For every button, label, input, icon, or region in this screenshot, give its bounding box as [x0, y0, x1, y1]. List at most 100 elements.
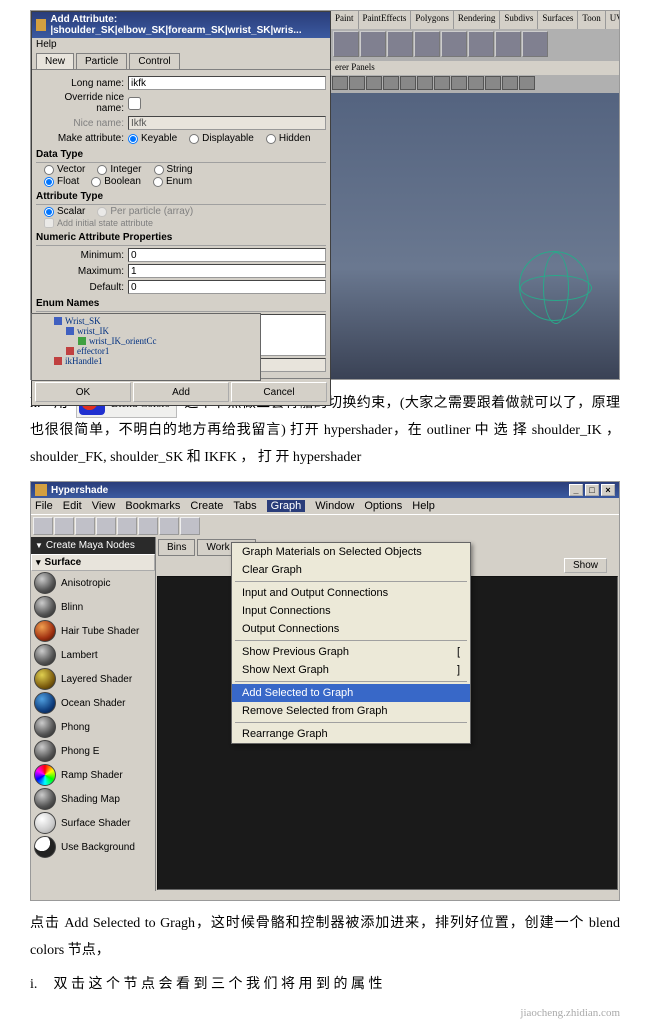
- vp-icon[interactable]: [468, 76, 484, 90]
- menu-rearrange[interactable]: Rearrange Graph: [232, 725, 470, 743]
- shader-phong[interactable]: Phong: [31, 715, 155, 739]
- menu-window[interactable]: Window: [315, 500, 354, 512]
- dialog-titlebar[interactable]: Add Attribute: |shoulder_SK|elbow_SK|for…: [32, 12, 330, 38]
- menu-tabs[interactable]: Tabs: [233, 500, 256, 512]
- shelf-tab[interactable]: PaintEffects: [359, 11, 412, 29]
- menu-show-next[interactable]: Show Next Graph]: [232, 661, 470, 679]
- menu-graph[interactable]: Graph: [267, 500, 306, 512]
- shelf-icon[interactable]: [333, 31, 359, 57]
- menu-options[interactable]: Options: [364, 500, 402, 512]
- radio-enum[interactable]: Enum: [153, 176, 192, 187]
- shelf-icon[interactable]: [360, 31, 386, 57]
- shelf-tab[interactable]: UVLayout: [606, 11, 619, 29]
- toolbar-icon[interactable]: [159, 517, 179, 535]
- outliner-panel[interactable]: Wrist_SK wrist_IK wrist_IK_orientCc effe…: [31, 313, 261, 381]
- menu-graph-materials[interactable]: Graph Materials on Selected Objects: [232, 543, 470, 561]
- shader-anisotropic[interactable]: Anisotropic: [31, 571, 155, 595]
- menu-view[interactable]: View: [92, 500, 116, 512]
- shelf-icon[interactable]: [495, 31, 521, 57]
- hypershade-titlebar[interactable]: Hypershade _ □ ×: [31, 482, 619, 498]
- menu-show-previous[interactable]: Show Previous Graph[: [232, 643, 470, 661]
- shelf-icon[interactable]: [522, 31, 548, 57]
- menu-remove-selected[interactable]: Remove Selected from Graph: [232, 702, 470, 720]
- vp-icon[interactable]: [332, 76, 348, 90]
- outliner-item[interactable]: effector1: [77, 346, 109, 356]
- tab-control[interactable]: Control: [129, 53, 179, 69]
- radio-integer[interactable]: Integer: [97, 164, 141, 175]
- radio-boolean[interactable]: Boolean: [91, 176, 141, 187]
- menu-create[interactable]: Create: [190, 500, 223, 512]
- maximize-icon[interactable]: □: [585, 484, 599, 496]
- shader-shadingmap[interactable]: Shading Map: [31, 787, 155, 811]
- menu-file[interactable]: File: [35, 500, 53, 512]
- shader-blinn[interactable]: Blinn: [31, 595, 155, 619]
- vp-icon[interactable]: [519, 76, 535, 90]
- longname-input[interactable]: [128, 76, 326, 90]
- menu-input-connections[interactable]: Input Connections: [232, 602, 470, 620]
- outliner-item[interactable]: Wrist_SK: [65, 316, 101, 326]
- surface-category[interactable]: Surface: [31, 554, 155, 571]
- radio-displayable[interactable]: Displayable: [189, 133, 254, 144]
- outliner-item[interactable]: ikHandle1: [65, 356, 103, 366]
- vp-icon[interactable]: [485, 76, 501, 90]
- shelf-icon[interactable]: [468, 31, 494, 57]
- ok-button[interactable]: OK: [35, 382, 131, 402]
- tab-particle[interactable]: Particle: [76, 53, 127, 69]
- shelf-tab[interactable]: Polygons: [411, 11, 454, 29]
- minimize-icon[interactable]: _: [569, 484, 583, 496]
- override-checkbox[interactable]: [128, 97, 141, 110]
- panels-menu-row[interactable]: erer Panels: [331, 61, 619, 75]
- add-button[interactable]: Add: [133, 382, 229, 402]
- vp-icon[interactable]: [349, 76, 365, 90]
- shader-usebackground[interactable]: Use Background: [31, 835, 155, 859]
- toolbar-icon[interactable]: [33, 517, 53, 535]
- shelf-tab[interactable]: Surfaces: [538, 11, 578, 29]
- shader-ramp[interactable]: Ramp Shader: [31, 763, 155, 787]
- menu-clear-graph[interactable]: Clear Graph: [232, 561, 470, 579]
- outliner-item[interactable]: wrist_IK: [77, 326, 109, 336]
- minimum-input[interactable]: [128, 248, 326, 262]
- shelf-tab[interactable]: Paint: [331, 11, 359, 29]
- radio-hidden[interactable]: Hidden: [266, 133, 311, 144]
- menu-edit[interactable]: Edit: [63, 500, 82, 512]
- toolbar-icon[interactable]: [117, 517, 137, 535]
- shelf-tab[interactable]: Toon: [578, 11, 605, 29]
- vp-icon[interactable]: [502, 76, 518, 90]
- radio-vector[interactable]: Vector: [44, 164, 85, 175]
- close-icon[interactable]: ×: [601, 484, 615, 496]
- toolbar-icon[interactable]: [54, 517, 74, 535]
- shader-hairtube[interactable]: Hair Tube Shader: [31, 619, 155, 643]
- toolbar-icon[interactable]: [96, 517, 116, 535]
- radio-string[interactable]: String: [154, 164, 193, 175]
- vp-icon[interactable]: [383, 76, 399, 90]
- shader-surface[interactable]: Surface Shader: [31, 811, 155, 835]
- create-nodes-header[interactable]: Create Maya Nodes: [31, 537, 155, 554]
- menu-io-connections[interactable]: Input and Output Connections: [232, 584, 470, 602]
- tab-bins[interactable]: Bins: [158, 539, 195, 556]
- menu-add-selected[interactable]: Add Selected to Graph: [232, 684, 470, 702]
- toolbar-icon[interactable]: [75, 517, 95, 535]
- show-button[interactable]: Show: [564, 558, 607, 573]
- shader-layered[interactable]: Layered Shader: [31, 667, 155, 691]
- shader-phong-e[interactable]: Phong E: [31, 739, 155, 763]
- menu-bookmarks[interactable]: Bookmarks: [125, 500, 180, 512]
- shader-lambert[interactable]: Lambert: [31, 643, 155, 667]
- shelf-tab[interactable]: Rendering: [454, 11, 501, 29]
- shader-ocean[interactable]: Ocean Shader: [31, 691, 155, 715]
- shelf-icon[interactable]: [441, 31, 467, 57]
- toolbar-icon[interactable]: [180, 517, 200, 535]
- vp-icon[interactable]: [366, 76, 382, 90]
- default-input[interactable]: [128, 280, 326, 294]
- vp-icon[interactable]: [417, 76, 433, 90]
- tab-new[interactable]: New: [36, 53, 74, 69]
- toolbar-icon[interactable]: [138, 517, 158, 535]
- vp-icon[interactable]: [434, 76, 450, 90]
- shelf-tab[interactable]: Subdivs: [500, 11, 538, 29]
- vp-icon[interactable]: [451, 76, 467, 90]
- help-menu[interactable]: Help: [32, 38, 330, 51]
- shelf-icon[interactable]: [414, 31, 440, 57]
- radio-keyable[interactable]: Keyable: [128, 133, 177, 144]
- cancel-button[interactable]: Cancel: [231, 382, 327, 402]
- menu-help[interactable]: Help: [412, 500, 435, 512]
- radio-float[interactable]: Float: [44, 176, 79, 187]
